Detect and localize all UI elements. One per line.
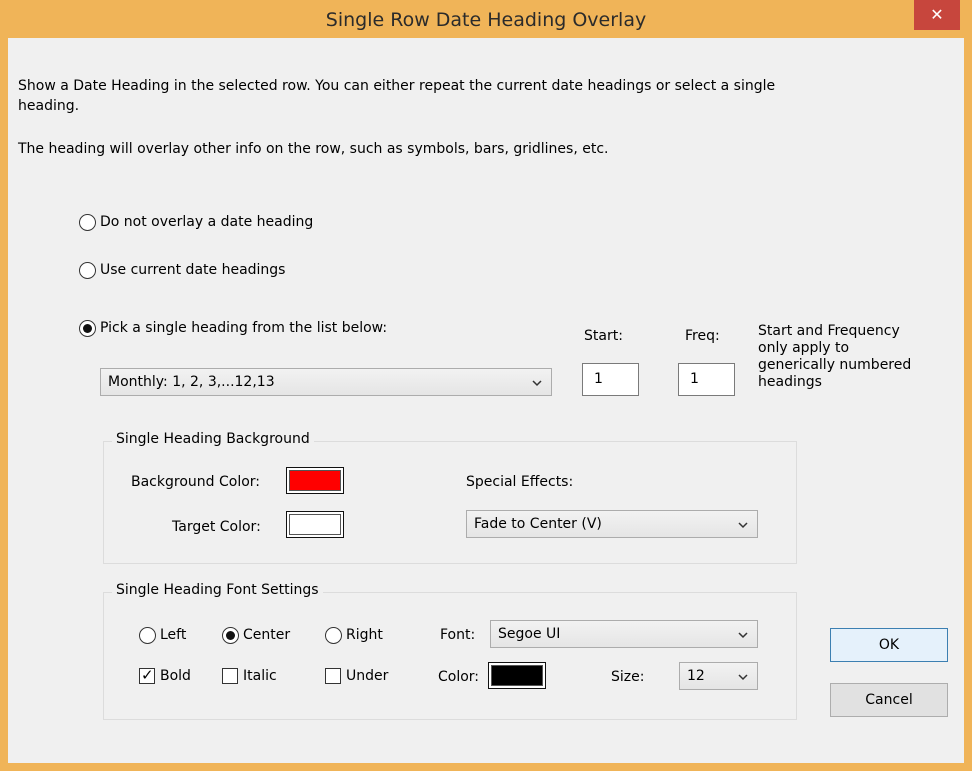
title-bar[interactable]: Single Row Date Heading Overlay ✕ xyxy=(0,0,972,38)
background-color-swatch[interactable] xyxy=(286,467,344,494)
radio-single-heading[interactable] xyxy=(79,320,96,337)
font-color-label: Color: xyxy=(438,669,480,685)
background-color-label: Background Color: xyxy=(131,474,260,490)
align-left-radio[interactable] xyxy=(139,627,156,644)
align-right-label[interactable]: Right xyxy=(346,627,383,643)
freq-label: Freq: xyxy=(685,328,720,344)
special-effects-value: Fade to Center (V) xyxy=(474,516,602,532)
note-line: headings xyxy=(758,374,822,390)
window-title: Single Row Date Heading Overlay xyxy=(325,9,647,31)
checkmark-icon: ✓ xyxy=(141,666,154,684)
size-select-value: 12 xyxy=(687,668,705,684)
note-line: Start and Frequency xyxy=(758,323,900,339)
target-color-label: Target Color: xyxy=(172,519,261,535)
freq-input[interactable]: 1 xyxy=(678,363,735,396)
align-center-radio[interactable] xyxy=(222,627,239,644)
chevron-down-icon xyxy=(532,380,542,387)
under-checkbox[interactable] xyxy=(325,668,341,684)
dialog-window: Single Row Date Heading Overlay ✕ Show a… xyxy=(0,0,972,771)
size-select[interactable]: 12 xyxy=(679,662,758,690)
target-color-swatch[interactable] xyxy=(286,511,344,538)
special-effects-select[interactable]: Fade to Center (V) xyxy=(466,510,758,538)
chevron-down-icon xyxy=(738,522,748,529)
description-line-1: Show a Date Heading in the selected row.… xyxy=(18,78,776,94)
radio-selected-dot xyxy=(83,324,92,333)
radio-single-heading-label[interactable]: Pick a single heading from the list belo… xyxy=(100,320,387,336)
note-line: only apply to xyxy=(758,340,850,356)
freq-input-value: 1 xyxy=(690,371,699,387)
ok-button[interactable]: OK xyxy=(830,628,948,662)
align-right-radio[interactable] xyxy=(325,627,342,644)
italic-label[interactable]: Italic xyxy=(243,668,277,684)
bold-checkbox[interactable]: ✓ xyxy=(139,666,155,684)
radio-selected-dot xyxy=(226,631,235,640)
start-input-value: 1 xyxy=(594,371,603,387)
close-icon: ✕ xyxy=(930,5,944,24)
cancel-button[interactable]: Cancel xyxy=(830,683,948,717)
italic-checkbox[interactable] xyxy=(222,668,238,684)
radio-current-headings[interactable] xyxy=(79,262,96,279)
font-label: Font: xyxy=(440,627,476,643)
font-color-swatch[interactable] xyxy=(488,662,546,689)
background-group-title: Single Heading Background xyxy=(112,431,314,447)
heading-select[interactable]: Monthly: 1, 2, 3,...12,13 xyxy=(100,368,552,396)
font-select[interactable]: Segoe UI xyxy=(490,620,758,648)
font-group-title: Single Heading Font Settings xyxy=(112,582,323,598)
chevron-down-icon xyxy=(738,674,748,681)
chevron-down-icon xyxy=(738,632,748,639)
description-line-2: The heading will overlay other info on t… xyxy=(18,141,609,157)
dialog-client: Show a Date Heading in the selected row.… xyxy=(8,38,964,763)
size-label: Size: xyxy=(611,669,645,685)
radio-no-overlay[interactable] xyxy=(79,214,96,231)
align-center-label[interactable]: Center xyxy=(243,627,290,643)
target-color-fill xyxy=(289,514,341,535)
special-effects-label: Special Effects: xyxy=(466,474,574,490)
radio-no-overlay-label[interactable]: Do not overlay a date heading xyxy=(100,214,313,230)
background-color-fill xyxy=(289,470,341,491)
start-freq-note: Start and Frequency only apply to generi… xyxy=(758,323,911,391)
font-select-value: Segoe UI xyxy=(498,626,561,642)
radio-current-headings-label[interactable]: Use current date headings xyxy=(100,262,285,278)
align-left-label[interactable]: Left xyxy=(160,627,186,643)
heading-select-value: Monthly: 1, 2, 3,...12,13 xyxy=(108,374,275,390)
font-groupbox xyxy=(103,592,797,720)
font-color-fill xyxy=(491,665,543,686)
description-line-1b: heading. xyxy=(18,98,80,114)
start-input[interactable]: 1 xyxy=(582,363,639,396)
close-button[interactable]: ✕ xyxy=(914,0,960,30)
start-label: Start: xyxy=(584,328,623,344)
under-label[interactable]: Under xyxy=(346,668,388,684)
background-groupbox xyxy=(103,441,797,564)
note-line: generically numbered xyxy=(758,357,912,373)
bold-label[interactable]: Bold xyxy=(160,668,191,684)
